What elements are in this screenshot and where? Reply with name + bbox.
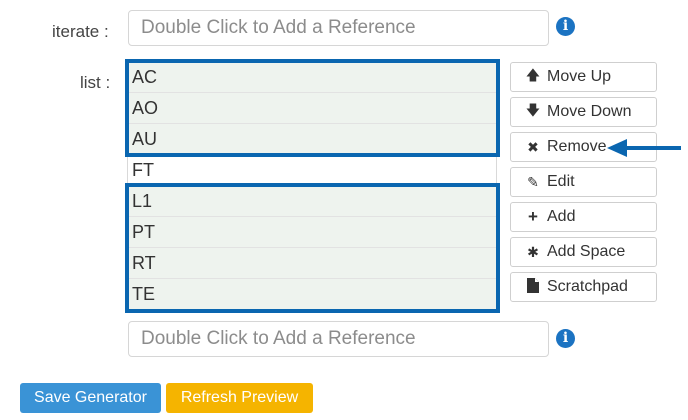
move-up-label: Move Up (547, 68, 612, 85)
edit-button[interactable]: ✎ Edit (510, 167, 657, 197)
remove-label: Remove (547, 138, 607, 155)
list-label: list : (80, 73, 111, 92)
list-item[interactable]: RT (128, 248, 496, 279)
edit-label: Edit (547, 173, 575, 190)
x-icon: ✖ (527, 138, 539, 155)
iterate-reference-input[interactable] (128, 10, 549, 46)
scratchpad-label: Scratchpad (547, 278, 628, 295)
arrow-up-icon: 🡅 (525, 67, 541, 83)
scratchpad-button[interactable]: Scratchpad (510, 272, 657, 302)
list-item[interactable]: AU (128, 124, 496, 155)
list-item[interactable]: TE (128, 279, 496, 310)
list-reference-input[interactable] (128, 321, 549, 357)
list-item[interactable]: AC (128, 62, 496, 93)
arrow-left-icon (607, 139, 681, 157)
info-icon[interactable]: i (556, 17, 575, 36)
move-down-label: Move Down (547, 103, 632, 120)
add-space-label: Add Space (547, 243, 626, 260)
asterisk-icon: ✱ (527, 243, 539, 260)
info-icon[interactable]: i (556, 329, 575, 348)
list-item[interactable]: L1 (128, 186, 496, 217)
refresh-preview-button[interactable]: Refresh Preview (166, 383, 313, 413)
list-item[interactable]: PT (128, 217, 496, 248)
plus-icon: + (528, 207, 538, 226)
iterate-label: iterate : (52, 22, 109, 41)
move-down-button[interactable]: 🡇 Move Down (510, 97, 657, 127)
list-item[interactable]: AO (128, 93, 496, 124)
add-label: Add (547, 208, 576, 225)
add-button[interactable]: + Add (510, 202, 657, 232)
save-generator-button[interactable]: Save Generator (20, 383, 161, 413)
pencil-icon: ✎ (527, 173, 539, 190)
list-item[interactable]: FT (128, 155, 496, 186)
add-space-button[interactable]: ✱ Add Space (510, 237, 657, 267)
arrow-down-icon: 🡇 (525, 102, 541, 118)
move-up-button[interactable]: 🡅 Move Up (510, 62, 657, 92)
file-icon (525, 278, 541, 296)
